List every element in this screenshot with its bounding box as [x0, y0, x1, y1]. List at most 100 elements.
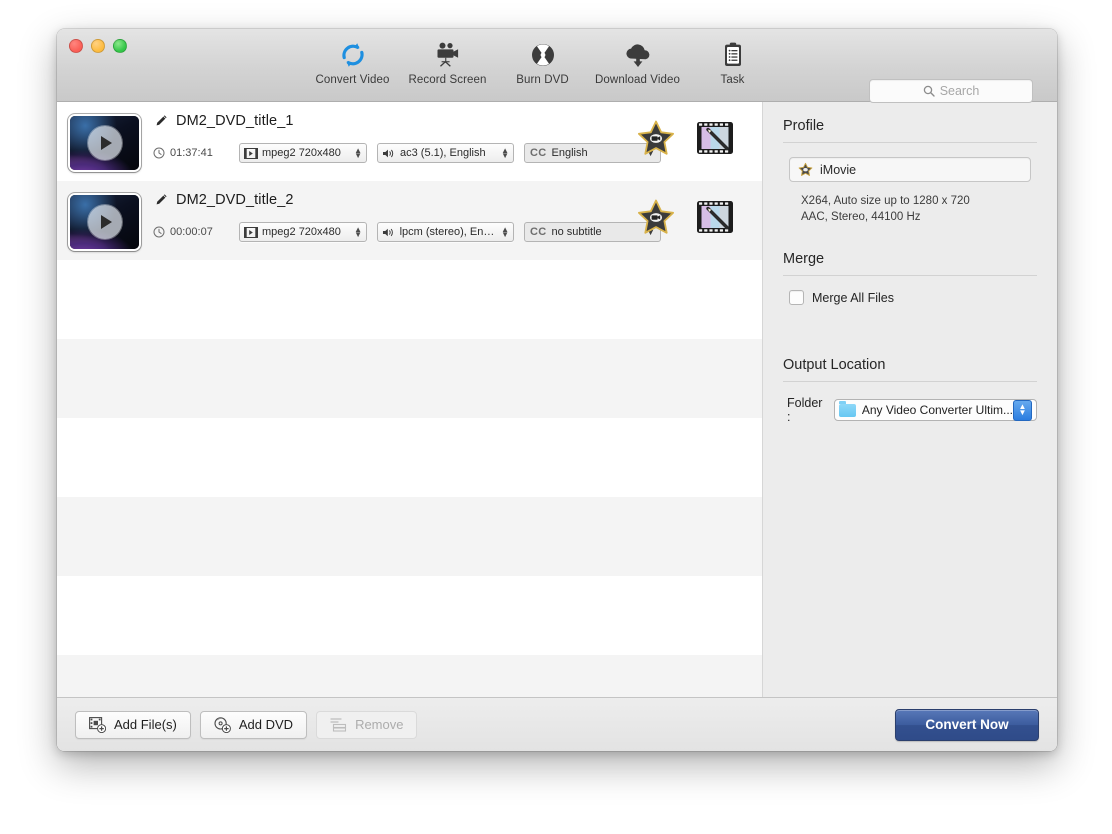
settings-panel: Profile iMovie X264, Auto size up to 128… [763, 102, 1057, 697]
app-window: Convert Video Record Screen Burn DVD Dow… [57, 29, 1057, 751]
profile-description: X264, Auto size up to 1280 x 720 AAC, St… [801, 193, 1037, 225]
video-track-icon [244, 147, 258, 159]
video-stream-popup[interactable]: mpeg2 720x480 ▲ ▼ [239, 143, 367, 163]
remove-button[interactable]: Remove [316, 710, 418, 739]
profile-heading: Profile [783, 118, 825, 134]
profile-name: iMovie [820, 162, 857, 177]
subtitle-value: no subtitle [551, 226, 602, 238]
convert-video-icon [305, 39, 400, 71]
empty-row[interactable] [57, 418, 762, 497]
play-overlay-icon[interactable] [87, 126, 122, 160]
bottom-button-group: Add File(s) Add DVD Remove [75, 710, 426, 739]
video-thumbnail[interactable] [68, 193, 141, 251]
pencil-icon[interactable] [153, 193, 168, 208]
remove-label: Remove [355, 717, 404, 732]
stepper-icon[interactable]: ▲ ▼ [354, 147, 362, 160]
toolbar-label-convert-video: Convert Video [315, 74, 390, 86]
stepper-icon[interactable]: ▲ ▼ [501, 226, 509, 239]
subtitle-value: English [551, 147, 588, 159]
video-stream-popup[interactable]: mpeg2 720x480 ▲ ▼ [239, 222, 367, 242]
duration-group: 00:00:07 [153, 226, 239, 238]
bottom-toolbar: Add File(s) Add DVD Remove Convert Now [57, 697, 1057, 751]
audio-stream-value: ac3 (5.1), English [400, 147, 486, 159]
record-screen-icon [400, 39, 495, 71]
audio-stream-value: lpcm (stereo), Engl... [399, 226, 499, 238]
desktop-background: Convert Video Record Screen Burn DVD Dow… [0, 0, 1112, 834]
add-dvd-label: Add DVD [238, 717, 294, 732]
divider [783, 275, 1037, 276]
toolbar-item-burn-dvd[interactable]: Burn DVD [495, 37, 590, 86]
toolbar-label-task: Task [720, 74, 745, 86]
add-files-button[interactable]: Add File(s) [75, 710, 191, 739]
play-overlay-icon[interactable] [87, 205, 122, 239]
folder-label: Folder : [787, 396, 823, 424]
row-actions [636, 118, 734, 158]
row-actions [636, 197, 734, 237]
window-body: DM2_DVD_title_1 01:37:41 mpeg2 720x480 ▲… [57, 102, 1057, 697]
toolbar-item-record-screen[interactable]: Record Screen [400, 37, 495, 86]
file-meta-row: 00:00:07 mpeg2 720x480 ▲ ▼ lpcm (stereo)… [153, 222, 661, 242]
traffic-lights [69, 39, 127, 53]
convert-now-button[interactable]: Convert Now [895, 708, 1039, 741]
profile-selector[interactable]: iMovie [789, 157, 1031, 182]
video-thumbnail[interactable] [68, 114, 141, 172]
empty-row[interactable] [57, 339, 762, 418]
divider [783, 381, 1037, 382]
output-folder-popup[interactable]: Any Video Converter Ultim... ▲ ▼ [833, 399, 1037, 421]
zoom-button[interactable] [113, 39, 127, 53]
file-title-group: DM2_DVD_title_2 [153, 192, 294, 208]
close-button[interactable] [69, 39, 83, 53]
download-video-icon [590, 39, 685, 71]
audio-stream-popup[interactable]: ac3 (5.1), English ▲ ▼ [377, 143, 514, 163]
video-edit-icon[interactable] [696, 199, 734, 235]
file-title: DM2_DVD_title_1 [176, 113, 294, 129]
add-files-icon [89, 716, 106, 733]
merge-all-files-label: Merge All Files [812, 290, 894, 305]
file-list[interactable]: DM2_DVD_title_1 01:37:41 mpeg2 720x480 ▲… [57, 102, 763, 697]
table-row[interactable]: DM2_DVD_title_2 00:00:07 mpeg2 720x480 ▲… [57, 181, 762, 260]
toolbar-label-download-video: Download Video [595, 74, 680, 86]
file-title-group: DM2_DVD_title_1 [153, 113, 294, 129]
merge-all-files-checkbox[interactable] [789, 290, 804, 305]
table-row[interactable]: DM2_DVD_title_1 01:37:41 mpeg2 720x480 ▲… [57, 102, 762, 181]
output-location-heading: Output Location [783, 357, 886, 373]
imovie-star-icon[interactable] [636, 197, 676, 237]
file-title: DM2_DVD_title_2 [176, 192, 294, 208]
video-edit-icon[interactable] [696, 120, 734, 156]
empty-row[interactable] [57, 260, 762, 339]
toolbar-item-convert-video[interactable]: Convert Video [305, 37, 400, 86]
add-dvd-button[interactable]: Add DVD [199, 710, 308, 739]
convert-now-label: Convert Now [925, 717, 1009, 732]
empty-row[interactable] [57, 576, 762, 655]
output-folder-row: Folder : Any Video Converter Ultim... ▲ ▼ [787, 396, 1037, 424]
stepper-icon[interactable]: ▲ ▼ [1013, 399, 1032, 421]
merge-heading: Merge [783, 251, 825, 267]
add-dvd-icon [214, 716, 231, 733]
clock-icon [153, 226, 165, 238]
task-icon [685, 39, 780, 71]
profile-description-line1: X264, Auto size up to 1280 x 720 [801, 195, 970, 207]
imovie-star-icon [798, 162, 813, 176]
toolbar-item-download-video[interactable]: Download Video [590, 37, 685, 86]
profile-description-line2: AAC, Stereo, 44100 Hz [801, 211, 921, 223]
toolbar-item-task[interactable]: Task [685, 37, 780, 86]
toolbar-label-record-screen: Record Screen [408, 74, 487, 86]
speaker-icon [383, 149, 394, 157]
minimize-button[interactable] [91, 39, 105, 53]
burn-dvd-icon [495, 39, 590, 71]
empty-row[interactable] [57, 497, 762, 576]
search-field[interactable]: Search [869, 79, 1033, 103]
stepper-icon[interactable]: ▲ ▼ [501, 147, 509, 160]
cc-label: CC [530, 226, 547, 238]
add-files-label: Add File(s) [114, 717, 177, 732]
empty-row[interactable] [57, 655, 762, 697]
remove-icon [330, 718, 347, 732]
search-icon [923, 85, 935, 97]
pencil-icon[interactable] [153, 114, 168, 129]
audio-stream-popup[interactable]: lpcm (stereo), Engl... ▲ ▼ [377, 222, 514, 242]
imovie-star-icon[interactable] [636, 118, 676, 158]
stepper-icon[interactable]: ▲ ▼ [354, 226, 362, 239]
output-folder-value: Any Video Converter Ultim... [861, 403, 1013, 417]
merge-all-files-row[interactable]: Merge All Files [789, 290, 1037, 305]
